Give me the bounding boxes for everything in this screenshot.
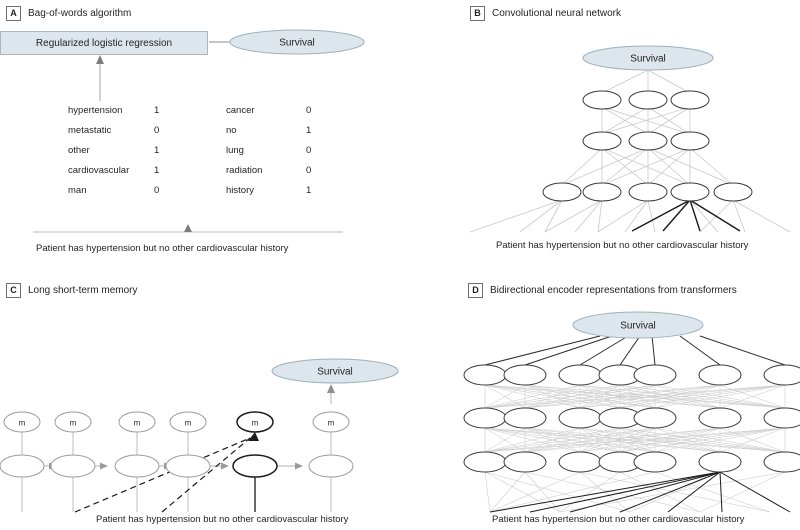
figure-container: A Bag-of-words algorithm Regularized log…	[0, 0, 800, 530]
panel-d-caption: Patient has hypertension but no other ca…	[492, 514, 745, 525]
node	[463, 407, 507, 429]
panel-d-survival-label: Survival	[620, 321, 656, 332]
node	[558, 364, 602, 386]
node	[633, 451, 677, 473]
node	[763, 364, 800, 386]
node	[503, 364, 547, 386]
node	[698, 364, 742, 386]
node	[698, 451, 742, 473]
node	[463, 364, 507, 386]
panel-d-nodes	[463, 364, 800, 473]
node	[763, 451, 800, 473]
node	[633, 407, 677, 429]
node	[633, 364, 677, 386]
node	[503, 407, 547, 429]
panel-d-edges	[484, 384, 786, 513]
node	[763, 407, 800, 429]
node	[503, 451, 547, 473]
node	[558, 451, 602, 473]
panel-d-output-edges	[484, 335, 786, 366]
node	[463, 451, 507, 473]
node	[558, 407, 602, 429]
node	[698, 407, 742, 429]
panel-d-graphics: Survival	[463, 311, 800, 513]
